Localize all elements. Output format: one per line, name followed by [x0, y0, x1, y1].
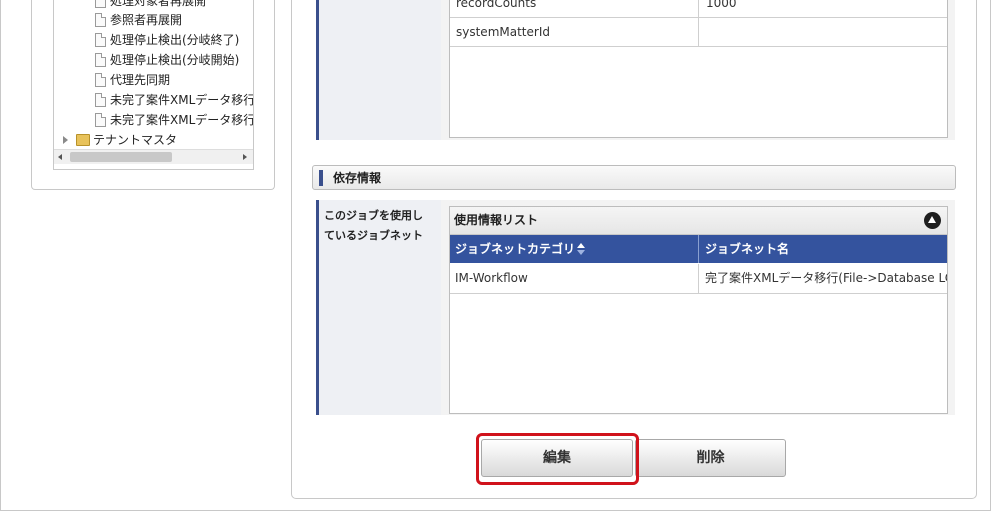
grid-caption-title: 使用情報リスト	[454, 213, 539, 227]
document-icon	[95, 33, 106, 47]
grid-header-row: ジョブネットカテゴリ ジョブネット名	[450, 235, 947, 263]
dependency-section-header: 依存情報	[312, 165, 956, 190]
document-icon	[95, 0, 106, 8]
document-icon	[95, 93, 106, 107]
scroll-left-icon[interactable]	[58, 154, 62, 160]
tree-item-label: 代理先同期	[110, 73, 171, 87]
horizontal-scrollbar[interactable]	[54, 149, 253, 164]
column-header-label: ジョブネット名	[705, 242, 790, 256]
document-icon	[95, 53, 106, 67]
collapse-up-icon[interactable]	[924, 212, 941, 229]
job-tree: 処理対象者再展開 参照者再展開 処理停止検出(分岐終了) 処理停止検出(分岐開始…	[53, 0, 254, 170]
parameter-table: recordCounts 1000 systemMatterId	[449, 0, 948, 138]
dependency-label-cell: このジョブを使用しているジョブネット	[319, 200, 441, 415]
dependency-row-label: このジョブを使用しているジョブネット	[324, 209, 423, 242]
column-header-category[interactable]: ジョブネットカテゴリ	[450, 235, 699, 263]
scrollbar-thumb[interactable]	[70, 152, 172, 162]
tree-item-label: 未完了案件XMLデータ移行	[110, 113, 254, 127]
tree-item-label: 未完了案件XMLデータ移行	[110, 93, 254, 107]
delete-button[interactable]: 削除	[635, 439, 786, 477]
tree-item[interactable]: 未完了案件XMLデータ移行	[95, 91, 254, 109]
parameter-value: 1000	[706, 0, 737, 10]
tree-item[interactable]: 処理停止検出(分岐開始)	[95, 51, 239, 69]
parameter-name: recordCounts	[450, 0, 699, 17]
tree-item[interactable]: 処理停止検出(分岐終了)	[95, 31, 239, 49]
parameter-value	[700, 18, 947, 46]
table-row: recordCounts 1000	[450, 0, 947, 18]
folder-icon	[76, 134, 90, 146]
tree-item-label: 処理停止検出(分岐終了)	[110, 33, 240, 47]
expand-arrow-icon[interactable]	[63, 136, 68, 144]
grid-caption: 使用情報リスト	[450, 207, 947, 235]
document-icon	[95, 13, 106, 27]
tree-item[interactable]: 処理対象者再展開	[95, 0, 206, 10]
table-row[interactable]: IM-Workflow 完了案件XMLデータ移行(File->Database …	[450, 264, 947, 294]
sort-icon[interactable]	[577, 243, 586, 255]
tree-item-label: 処理対象者再展開	[110, 0, 207, 8]
usage-info-grid: 使用情報リスト ジョブネットカテゴリ ジョブネット名 IM-Workflow 完…	[449, 206, 948, 414]
column-header-jobnet-name[interactable]: ジョブネット名	[700, 235, 947, 263]
edit-button-highlight	[476, 433, 639, 485]
tree-item[interactable]: 参照者再展開	[95, 11, 182, 29]
column-header-label: ジョブネットカテゴリ	[455, 242, 576, 256]
section-title: 依存情報	[333, 171, 382, 185]
document-icon	[95, 73, 106, 87]
scroll-right-icon[interactable]	[243, 154, 247, 160]
section-accent	[319, 170, 323, 186]
tree-item[interactable]: 未完了案件XMLデータ移行	[95, 111, 254, 129]
cell-jobnet-name: 完了案件XMLデータ移行(File->Database LOB	[705, 271, 947, 285]
tree-folder-label: テナントマスタ	[93, 133, 178, 147]
parameter-name: systemMatterId	[450, 18, 699, 46]
tree-item-label: 処理停止検出(分岐開始)	[110, 53, 240, 67]
table-row: systemMatterId	[450, 18, 947, 47]
tree-item[interactable]: 代理先同期	[95, 71, 170, 89]
parameter-label-cell	[319, 0, 441, 140]
tree-folder-tenant-master[interactable]: テナントマスタ	[63, 131, 177, 149]
document-icon	[95, 113, 106, 127]
tree-item-label: 参照者再展開	[110, 13, 183, 27]
cell-category: IM-Workflow	[450, 264, 699, 293]
